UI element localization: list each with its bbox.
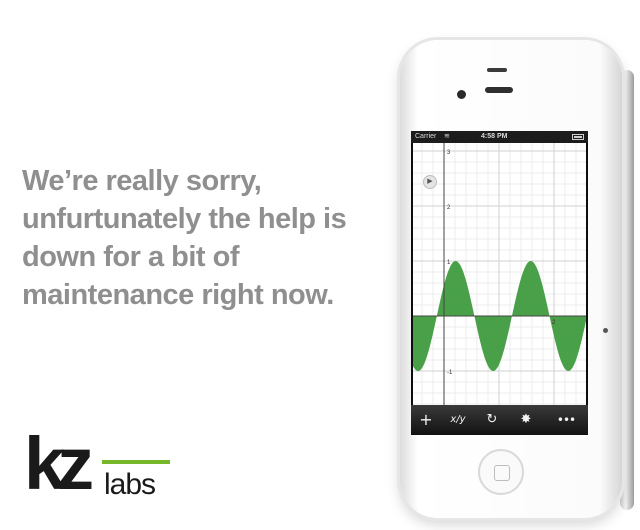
- message-line-3: down for a bit of: [22, 241, 240, 273]
- status-bar: Carrier ≋ 4:58 PM: [411, 131, 588, 143]
- phone-speaker: [487, 68, 507, 72]
- maintenance-message: We’re really sorry, unfurtunately the he…: [22, 162, 347, 314]
- more-button[interactable]: •••: [551, 405, 581, 435]
- carrier-label: Carrier: [415, 133, 437, 140]
- phone-side-dot: [603, 328, 608, 333]
- message-line-4: maintenance right now.: [22, 279, 334, 311]
- graph-canvas[interactable]: 3 2 1 -1 2 ▶: [413, 143, 586, 405]
- brightness-icon[interactable]: ✸: [515, 405, 537, 435]
- message-line-1: We’re really sorry,: [22, 165, 262, 197]
- y-tick-label: -1: [447, 370, 453, 376]
- refresh-icon[interactable]: ↻: [481, 405, 503, 435]
- logo-labs-text: labs: [104, 468, 156, 501]
- battery-icon: [572, 134, 584, 140]
- play-icon[interactable]: ▶: [423, 175, 437, 189]
- logo-kz-text: kz: [24, 422, 94, 505]
- phone-side-edge: [620, 70, 634, 510]
- camera-icon: [457, 90, 466, 99]
- add-button[interactable]: +: [415, 405, 437, 435]
- graph-svg: 321-12: [413, 143, 586, 405]
- bottom-toolbar: + x/y ↻ ✸ •••: [411, 405, 588, 435]
- status-time: 4:58 PM: [481, 133, 508, 140]
- kzlabs-logo: kz labs: [24, 424, 174, 510]
- home-button[interactable]: [478, 449, 524, 495]
- earpiece-icon: [485, 87, 513, 93]
- logo-accent-bar: [102, 460, 170, 464]
- phone-screen: Carrier ≋ 4:58 PM 3 2 1 -1 2 ▶ + x/y ↻ ✸ •••: [411, 131, 588, 435]
- wifi-icon: ≋: [444, 133, 450, 140]
- message-line-2: unfurtunately the help is: [22, 203, 347, 235]
- function-button[interactable]: x/y: [447, 405, 469, 435]
